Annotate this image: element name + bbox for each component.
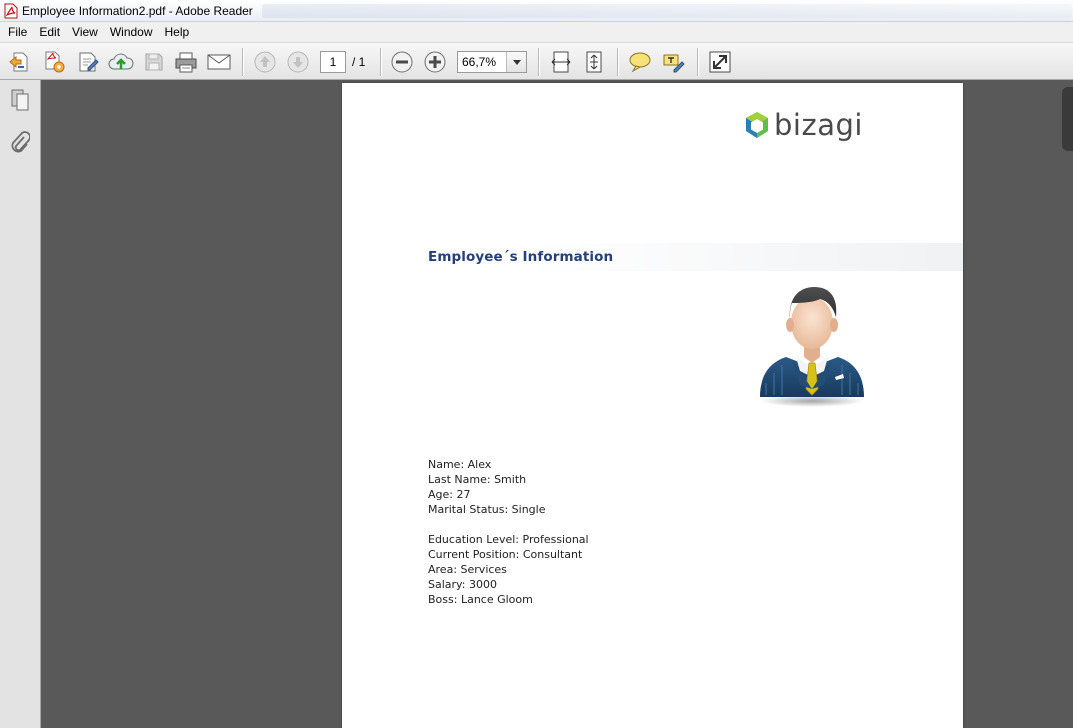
zoom-in-button[interactable] bbox=[422, 49, 448, 75]
fit-page-icon bbox=[586, 51, 602, 73]
save-button[interactable] bbox=[141, 49, 167, 75]
menu-file[interactable]: File bbox=[0, 22, 33, 42]
email-button[interactable] bbox=[206, 49, 232, 75]
menu-help[interactable]: Help bbox=[159, 22, 196, 42]
upload-button[interactable] bbox=[108, 49, 134, 75]
zoom-in-icon bbox=[424, 51, 446, 73]
attachments-panel-button[interactable] bbox=[6, 129, 34, 157]
menu-edit[interactable]: Edit bbox=[33, 22, 66, 42]
next-page-button[interactable] bbox=[285, 49, 311, 75]
edit-document-button[interactable] bbox=[75, 49, 101, 75]
create-pdf-button[interactable] bbox=[7, 49, 33, 75]
fit-width-button[interactable] bbox=[548, 49, 574, 75]
edit-document-icon bbox=[79, 52, 99, 72]
adobe-reader-window: Employee Information2.pdf - Adobe Reader… bbox=[0, 0, 1073, 728]
combine-files-icon bbox=[45, 51, 65, 73]
title-bar: Employee Information2.pdf - Adobe Reader bbox=[0, 0, 1073, 22]
next-page-icon bbox=[287, 51, 309, 73]
window-title: Employee Information2.pdf - Adobe Reader bbox=[22, 3, 253, 18]
title-bar-background bbox=[262, 4, 1072, 18]
field-age: Age: 27 bbox=[428, 488, 471, 501]
zoom-select[interactable]: 66,7% bbox=[457, 51, 527, 73]
upload-cloud-icon bbox=[108, 53, 134, 70]
highlight-button[interactable] bbox=[660, 49, 686, 75]
previous-page-icon bbox=[254, 51, 276, 73]
pdf-file-icon bbox=[4, 3, 18, 19]
zoom-out-icon bbox=[391, 51, 413, 73]
print-button[interactable] bbox=[173, 49, 199, 75]
page-total: / 1 bbox=[352, 55, 366, 69]
employee-avatar-icon bbox=[760, 287, 864, 407]
pages-panel-button[interactable] bbox=[6, 86, 34, 114]
save-icon bbox=[145, 53, 163, 71]
print-icon bbox=[175, 52, 197, 73]
zoom-dropdown-button[interactable] bbox=[506, 52, 526, 72]
email-icon bbox=[207, 54, 231, 70]
document-heading: Employee´s Information bbox=[428, 249, 614, 265]
toolbar-separator bbox=[242, 48, 243, 76]
toolbar: 1 / 1 66,7% bbox=[0, 42, 1073, 80]
menu-window[interactable]: Window bbox=[104, 22, 159, 42]
highlight-icon bbox=[663, 54, 685, 73]
comment-icon bbox=[629, 52, 651, 73]
attachment-icon bbox=[11, 131, 30, 153]
field-area: Area: Services bbox=[428, 563, 507, 576]
logo-text: bizagi bbox=[774, 108, 863, 142]
toolbar-separator bbox=[617, 48, 618, 76]
bizagi-logo: bizagi bbox=[744, 108, 863, 142]
toolbar-separator bbox=[538, 48, 539, 76]
toolbar-separator bbox=[380, 48, 381, 76]
menu-bar: File Edit View Window Help bbox=[0, 22, 1073, 42]
pdf-page: bizagi Employee´s Information Name: Alex… bbox=[342, 83, 963, 728]
menu-view[interactable]: View bbox=[66, 22, 104, 42]
create-pdf-icon bbox=[9, 52, 28, 72]
field-last-name: Last Name: Smith bbox=[428, 473, 527, 486]
navigation-pane bbox=[0, 80, 41, 728]
full-screen-icon bbox=[709, 51, 731, 73]
combine-files-button[interactable] bbox=[41, 49, 67, 75]
previous-page-button[interactable] bbox=[252, 49, 278, 75]
bizagi-logo-icon bbox=[746, 112, 768, 138]
employee-details: Name: Alex Last Name: Smith Age: 27 Mari… bbox=[428, 457, 589, 607]
fit-page-button[interactable] bbox=[581, 49, 607, 75]
field-current-position: Current Position: Consultant bbox=[428, 548, 583, 561]
right-pane-tab[interactable] bbox=[1062, 87, 1073, 151]
comment-button[interactable] bbox=[627, 49, 653, 75]
field-name: Name: Alex bbox=[428, 458, 492, 471]
field-salary: Salary: 3000 bbox=[428, 578, 497, 591]
fit-width-icon bbox=[551, 51, 571, 73]
pages-icon bbox=[11, 89, 29, 111]
toolbar-separator bbox=[697, 48, 698, 76]
field-spacer bbox=[428, 517, 589, 532]
field-marital-status: Marital Status: Single bbox=[428, 503, 546, 516]
field-boss: Boss: Lance Gloom bbox=[428, 593, 533, 606]
field-education-level: Education Level: Professional bbox=[428, 533, 589, 546]
full-screen-button[interactable] bbox=[707, 49, 733, 75]
zoom-out-button[interactable] bbox=[389, 49, 415, 75]
page-number-input[interactable]: 1 bbox=[320, 51, 346, 73]
document-viewer[interactable]: bizagi Employee´s Information Name: Alex… bbox=[41, 80, 1073, 728]
chevron-down-icon bbox=[512, 59, 521, 65]
zoom-value: 66,7% bbox=[462, 55, 497, 69]
